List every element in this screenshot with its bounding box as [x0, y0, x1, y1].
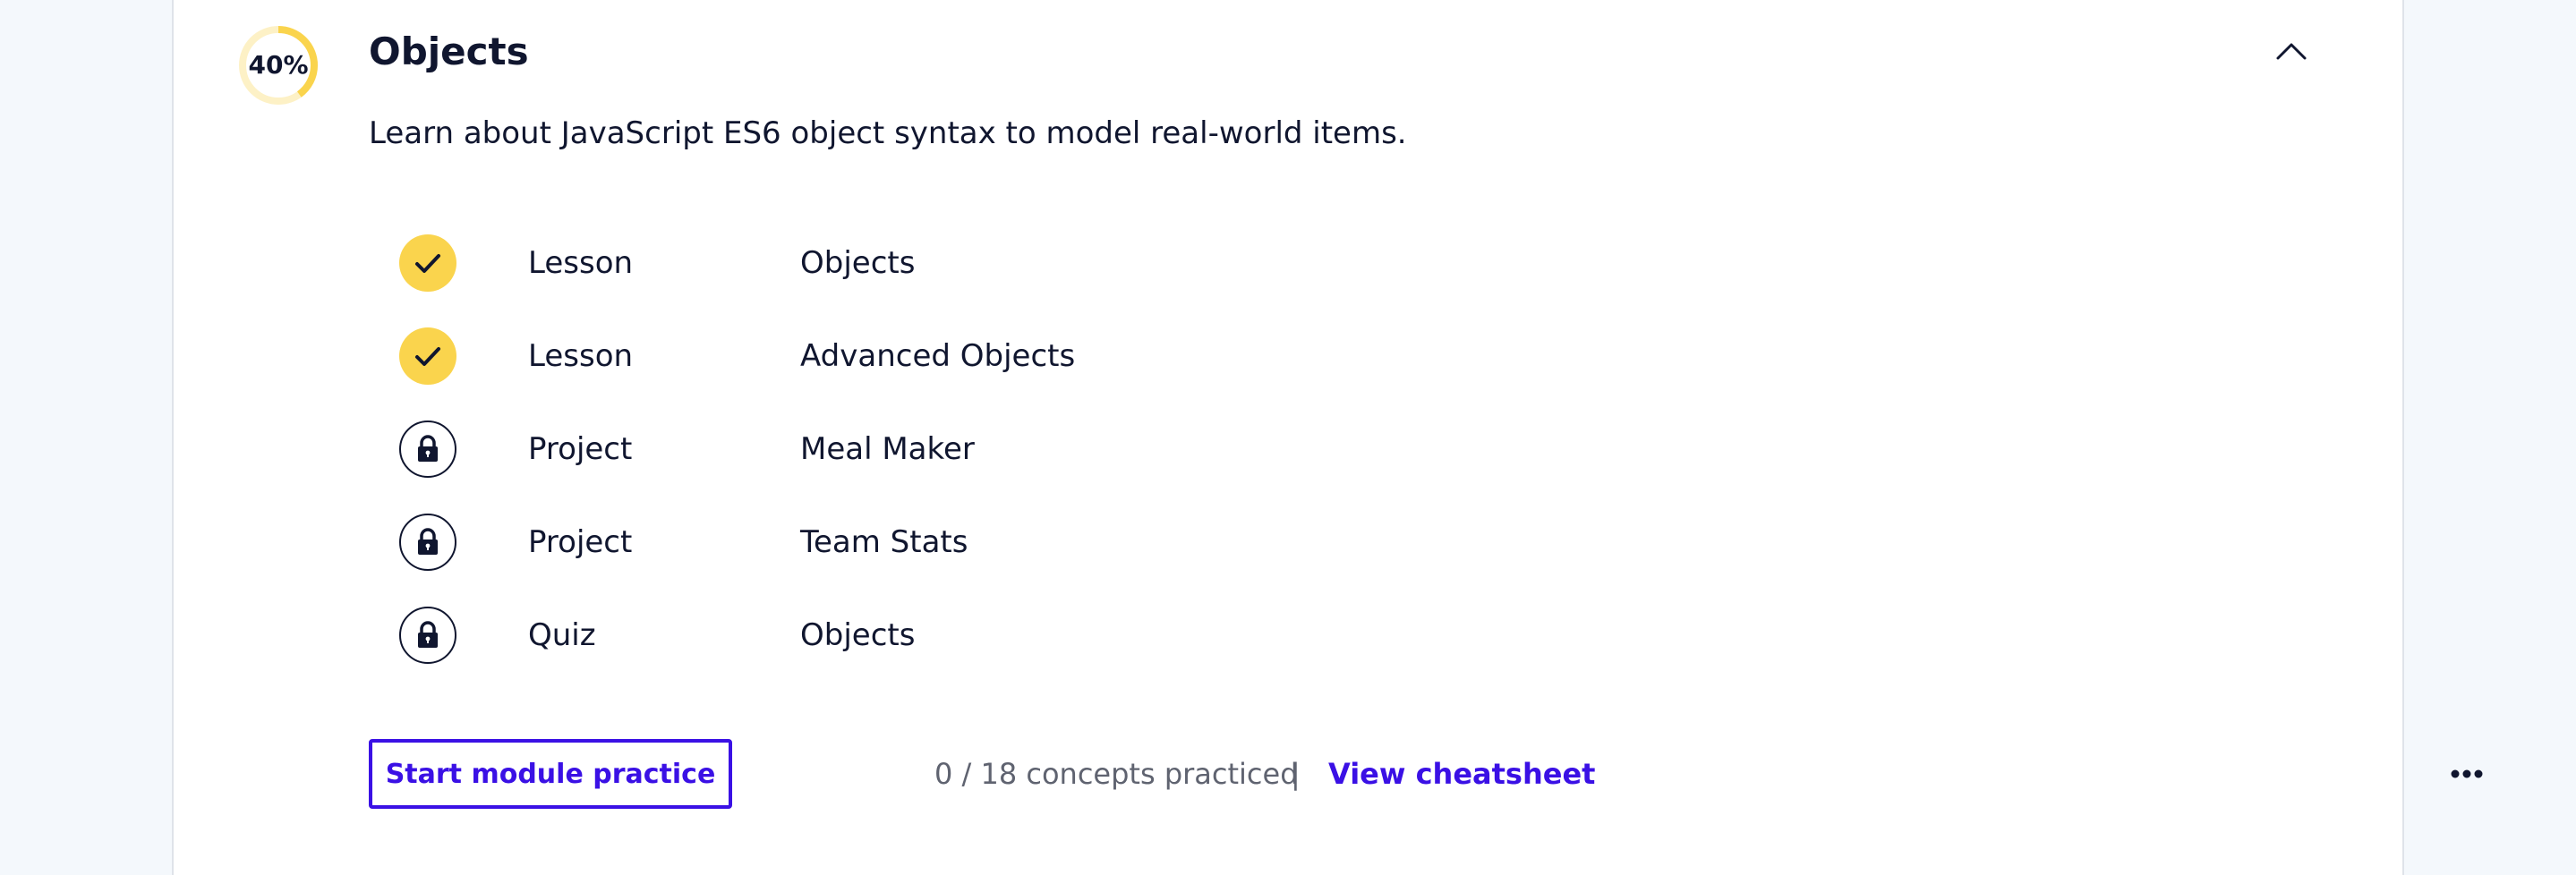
module-footer: Start module practice 0 / 18 concepts pr…: [369, 739, 2483, 811]
lock-icon: [418, 435, 438, 462]
locked-badge: [399, 607, 456, 664]
item-name[interactable]: Objects: [800, 231, 915, 295]
item-type: Project: [528, 524, 633, 560]
completed-badge: [399, 234, 456, 292]
check-icon: [415, 347, 440, 366]
completed-badge: [399, 327, 456, 385]
footer-separator: |: [1291, 757, 1301, 791]
list-item[interactable]: Lesson Objects: [399, 231, 1473, 324]
collapse-button[interactable]: [2270, 30, 2313, 73]
list-item[interactable]: Lesson Advanced Objects: [399, 324, 1473, 417]
locked-badge: [399, 421, 456, 478]
item-name[interactable]: Team Stats: [800, 510, 968, 574]
item-name[interactable]: Advanced Objects: [800, 324, 1075, 388]
module-description: Learn about JavaScript ES6 object syntax…: [369, 115, 1407, 151]
locked-badge: [399, 514, 456, 571]
item-name[interactable]: Meal Maker: [800, 417, 975, 481]
item-name[interactable]: Objects: [800, 603, 915, 667]
list-item[interactable]: Project Meal Maker: [399, 417, 1473, 510]
module-progress-ring: 40%: [238, 25, 319, 106]
list-item[interactable]: Project Team Stats: [399, 510, 1473, 603]
lock-icon: [418, 621, 438, 648]
lock-icon: [418, 528, 438, 555]
more-horizontal-icon: [2451, 769, 2483, 778]
check-icon: [415, 254, 440, 273]
progress-label: 40%: [248, 50, 309, 80]
more-options-button[interactable]: [2440, 751, 2494, 797]
item-type: Quiz: [528, 617, 596, 653]
view-cheatsheet-link[interactable]: View cheatsheet: [1328, 739, 1595, 809]
start-module-practice-button[interactable]: Start module practice: [369, 739, 732, 809]
module-card: 40% Objects Learn about JavaScript ES6 o…: [172, 0, 2483, 875]
item-type: Project: [528, 431, 633, 467]
module-content-list: Lesson Objects Lesson Advanced Objects P…: [399, 231, 1473, 696]
chevron-up-icon: [2276, 43, 2307, 60]
item-type: Lesson: [528, 338, 634, 374]
item-type: Lesson: [528, 245, 634, 281]
concepts-practiced-count: 0 / 18 concepts practiced: [934, 757, 1299, 791]
list-item[interactable]: Quiz Objects: [399, 603, 1473, 696]
module-title: Objects: [369, 30, 529, 73]
